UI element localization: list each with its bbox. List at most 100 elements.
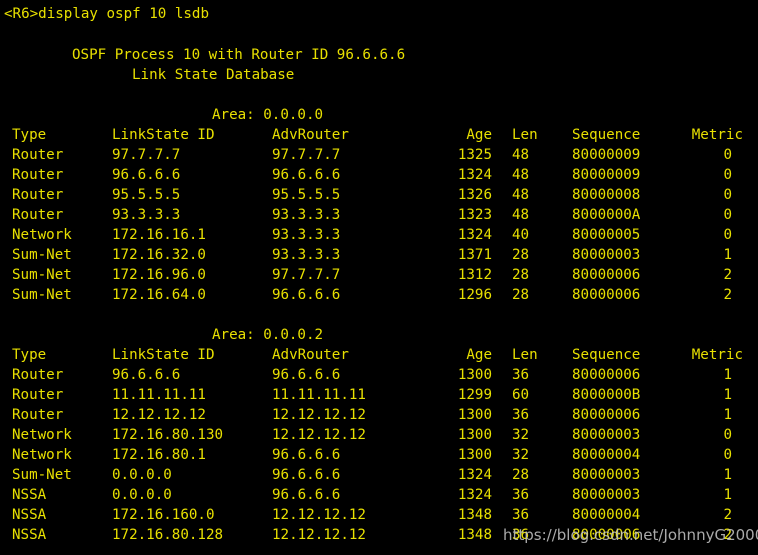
watermark: https://blog.csdn.net/JohnnyG2000 — [503, 526, 758, 544]
sequence-cell: 80000009 — [572, 147, 641, 163]
header-len: Len — [512, 347, 538, 363]
table-header: Type LinkState ID AdvRouter Age Len Sequence M… — [0, 345, 758, 365]
terminal-window[interactable]: <R6>display ospf 10 lsdb OSPF Process 10… — [0, 0, 758, 555]
linkstate-id-cell: 0.0.0.0 — [112, 467, 172, 483]
len-cell: 36 — [512, 487, 530, 503]
metric-cell: 0 — [723, 147, 732, 163]
len-cell: 36 — [512, 367, 530, 383]
len-cell: 48 — [512, 167, 530, 183]
metric-cell: 0 — [723, 227, 732, 243]
command-line: <R6>display ospf 10 lsdb — [4, 6, 209, 22]
metric-cell: 0 — [723, 447, 732, 463]
sequence-cell: 80000008 — [572, 187, 641, 203]
type-cell: Router — [12, 167, 64, 183]
linkstate-id-cell: 12.12.12.12 — [112, 407, 206, 423]
age-cell: 1300 — [457, 447, 492, 463]
table-row: Router 96.6.6.6 96.6.6.6 1324 48 80000009 0 — [0, 165, 758, 185]
header-metric: Metric — [691, 347, 743, 363]
sequence-cell: 80000004 — [572, 507, 641, 523]
adv-router-cell: 96.6.6.6 — [272, 447, 341, 463]
header-adv_router: AdvRouter — [272, 127, 349, 143]
sequence-cell: 80000006 — [572, 287, 641, 303]
adv-router-cell: 96.6.6.6 — [272, 467, 341, 483]
adv-router-cell: 97.7.7.7 — [272, 267, 341, 283]
metric-cell: 1 — [723, 247, 732, 263]
age-cell: 1324 — [457, 487, 492, 503]
metric-cell: 1 — [723, 387, 732, 403]
sequence-cell: 80000005 — [572, 227, 641, 243]
metric-cell: 2 — [723, 287, 732, 303]
table-row: Sum-Net 172.16.96.0 97.7.7.7 1312 28 80000006… — [0, 265, 758, 285]
len-cell: 40 — [512, 227, 530, 243]
header-type: Type — [12, 127, 47, 143]
sequence-cell: 80000009 — [572, 167, 641, 183]
sequence-cell: 8000000B — [572, 387, 641, 403]
header-metric: Metric — [691, 127, 743, 143]
linkstate-id-cell: 172.16.32.0 — [112, 247, 206, 263]
area-label: Area: 0.0.0.0 — [0, 105, 758, 125]
len-cell: 32 — [512, 427, 530, 443]
type-cell: Router — [12, 207, 64, 223]
len-cell: 36 — [512, 507, 530, 523]
type-cell: Router — [12, 187, 64, 203]
header-age: Age — [466, 127, 492, 143]
type-cell: Sum-Net — [12, 287, 72, 303]
age-cell: 1312 — [457, 267, 492, 283]
type-cell: NSSA — [12, 527, 47, 543]
table-row: Network 172.16.80.1 96.6.6.6 1300 32 80000004… — [0, 445, 758, 465]
table-row: Router 12.12.12.12 12.12.12.12 1300 36 800000… — [0, 405, 758, 425]
type-cell: Router — [12, 367, 64, 383]
len-cell: 28 — [512, 247, 530, 263]
table-row: NSSA 0.0.0.0 96.6.6.6 1324 36 80000003 1 — [0, 485, 758, 505]
sequence-cell: 8000000A — [572, 207, 641, 223]
age-cell: 1324 — [457, 467, 492, 483]
linkstate-id-cell: 96.6.6.6 — [112, 167, 181, 183]
table-row: Sum-Net 0.0.0.0 96.6.6.6 1324 28 80000003 1 — [0, 465, 758, 485]
adv-router-cell: 12.12.12.12 — [272, 427, 366, 443]
table-row: Sum-Net 172.16.32.0 93.3.3.3 1371 28 80000003… — [0, 245, 758, 265]
table-row: Network 172.16.80.130 12.12.12.12 1300 32 800… — [0, 425, 758, 445]
linkstate-id-cell: 95.5.5.5 — [112, 187, 181, 203]
header-sequence: Sequence — [572, 127, 641, 143]
adv-router-cell: 12.12.12.12 — [272, 407, 366, 423]
adv-router-cell: 96.6.6.6 — [272, 367, 341, 383]
age-cell: 1300 — [457, 427, 492, 443]
header-adv_router: AdvRouter — [272, 347, 349, 363]
table-header: Type LinkState ID AdvRouter Age Len Sequence M… — [0, 125, 758, 145]
table-row: Router 96.6.6.6 96.6.6.6 1300 36 80000006 1 — [0, 365, 758, 385]
sequence-cell: 80000006 — [572, 367, 641, 383]
len-cell: 28 — [512, 287, 530, 303]
sequence-cell: 80000006 — [572, 407, 641, 423]
len-cell: 28 — [512, 467, 530, 483]
linkstate-id-cell: 0.0.0.0 — [112, 487, 172, 503]
metric-cell: 1 — [723, 407, 732, 423]
len-cell: 32 — [512, 447, 530, 463]
metric-cell: 0 — [723, 187, 732, 203]
metric-cell: 0 — [723, 207, 732, 223]
linkstate-id-cell: 97.7.7.7 — [112, 147, 181, 163]
len-cell: 48 — [512, 207, 530, 223]
sequence-cell: 80000003 — [572, 247, 641, 263]
linkstate-id-cell: 172.16.80.1 — [112, 447, 206, 463]
type-cell: Router — [12, 407, 64, 423]
adv-router-cell: 11.11.11.11 — [272, 387, 366, 403]
table-row: NSSA 172.16.160.0 12.12.12.12 1348 36 8000000… — [0, 505, 758, 525]
table-row: Sum-Net 172.16.64.0 96.6.6.6 1296 28 80000006… — [0, 285, 758, 305]
adv-router-cell: 95.5.5.5 — [272, 187, 341, 203]
age-cell: 1296 — [457, 287, 492, 303]
linkstate-id-cell: 93.3.3.3 — [112, 207, 181, 223]
metric-cell: 0 — [723, 167, 732, 183]
age-cell: 1371 — [457, 247, 492, 263]
type-cell: Sum-Net — [12, 467, 72, 483]
table-row: Network 172.16.16.1 93.3.3.3 1324 40 80000005… — [0, 225, 758, 245]
type-cell: NSSA — [12, 487, 47, 503]
age-cell: 1325 — [457, 147, 492, 163]
adv-router-cell: 96.6.6.6 — [272, 167, 341, 183]
table-row: Router 11.11.11.11 11.11.11.11 1299 60 800000… — [0, 385, 758, 405]
adv-router-cell: 97.7.7.7 — [272, 147, 341, 163]
age-cell: 1348 — [457, 507, 492, 523]
age-cell: 1323 — [457, 207, 492, 223]
area-label-text: Area: 0.0.0.0 — [212, 107, 324, 123]
linkstate-id-cell: 172.16.64.0 — [112, 287, 206, 303]
len-cell: 36 — [512, 407, 530, 423]
